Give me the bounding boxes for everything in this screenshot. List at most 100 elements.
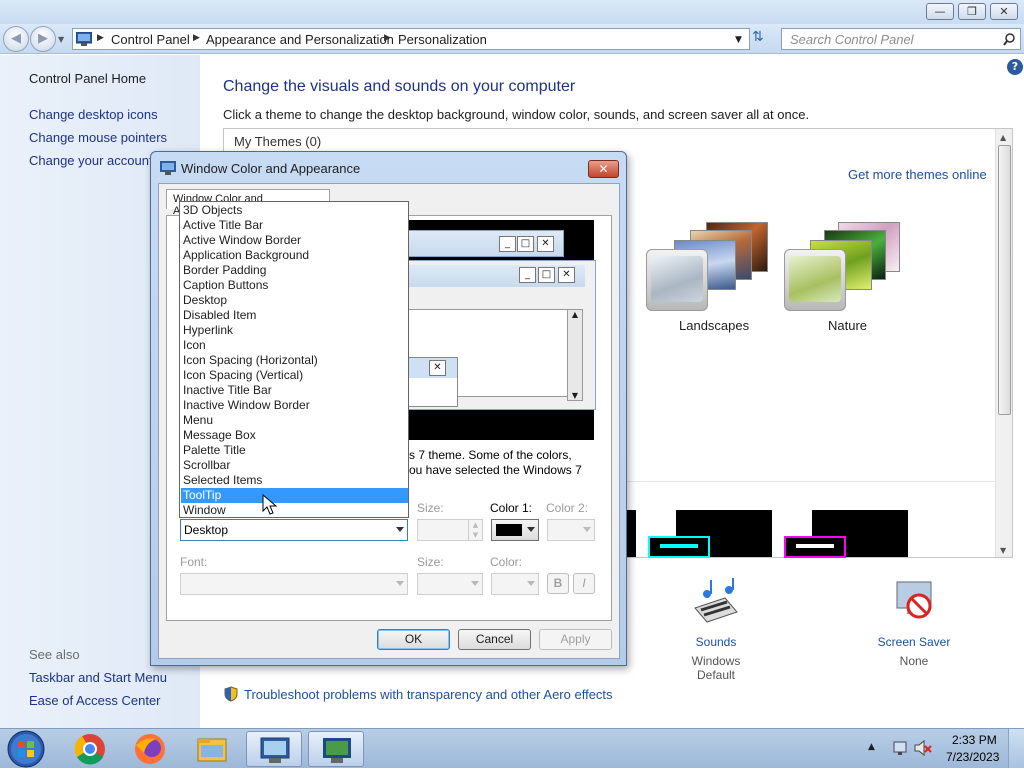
control-panel-icon — [260, 737, 290, 763]
sidebar-link-control-panel-home[interactable]: Control Panel Home — [29, 71, 146, 86]
sidebar-link-taskbar[interactable]: Taskbar and Start Menu — [29, 670, 167, 685]
breadcrumb-personalization[interactable]: Personalization — [398, 32, 487, 47]
size-spinner[interactable]: ▲ ▼ — [417, 519, 483, 541]
address-bar[interactable]: ▶ Control Panel ▶ Appearance and Persona… — [72, 28, 750, 50]
breadcrumb-control-panel[interactable]: Control Panel — [111, 32, 190, 47]
font-select[interactable] — [180, 573, 408, 595]
list-item[interactable]: Palette Title — [181, 443, 408, 458]
list-item[interactable]: Inactive Title Bar — [181, 383, 408, 398]
theme-landscapes-label[interactable]: Landscapes — [679, 318, 749, 333]
clock-time[interactable]: 2:33 PM — [952, 733, 997, 747]
restore-button[interactable]: ❐ — [958, 3, 986, 20]
italic-button[interactable]: I — [573, 573, 595, 594]
list-item[interactable]: ToolTip — [181, 488, 408, 503]
screen-saver-label[interactable]: Screen Saver — [870, 635, 958, 649]
high-contrast-theme-preview[interactable] — [784, 510, 908, 558]
item-select[interactable]: Desktop — [180, 519, 408, 541]
list-item[interactable]: 3D Objects — [181, 203, 408, 218]
scroll-up-icon[interactable]: ▲ — [1000, 133, 1006, 142]
ok-button[interactable]: OK — [377, 629, 450, 650]
high-contrast-theme-preview[interactable] — [648, 510, 772, 558]
color1-picker[interactable] — [491, 519, 539, 541]
search-input[interactable]: Search Control Panel — [781, 28, 1021, 50]
chevron-down-icon — [396, 527, 404, 532]
list-item[interactable]: Window — [181, 503, 408, 517]
list-item[interactable]: Border Padding — [181, 263, 408, 278]
bold-button[interactable]: B — [547, 573, 569, 594]
list-item[interactable]: Active Window Border — [181, 233, 408, 248]
list-item[interactable]: Active Title Bar — [181, 218, 408, 233]
volume-muted-icon[interactable] — [914, 740, 932, 756]
font-size-select[interactable] — [417, 573, 483, 595]
sounds-value: Windows Default — [691, 654, 741, 682]
color2-picker[interactable] — [547, 519, 595, 541]
preview-close-icon: ✕ — [558, 267, 575, 283]
forward-button[interactable]: ▶ — [30, 26, 56, 52]
search-placeholder: Search Control Panel — [790, 32, 914, 47]
list-item[interactable]: Caption Buttons — [181, 278, 408, 293]
search-icon[interactable] — [1003, 33, 1016, 46]
theme-preview-frame — [646, 249, 708, 311]
scroll-down-icon[interactable]: ▼ — [1000, 546, 1006, 555]
start-button[interactable] — [4, 729, 48, 769]
back-button[interactable]: ◀ — [3, 26, 29, 52]
scroll-thumb[interactable] — [998, 145, 1011, 415]
breadcrumb-appearance[interactable]: Appearance and Personalization — [206, 32, 394, 47]
chrome-icon — [74, 734, 105, 765]
preview-close-icon: ✕ — [537, 236, 554, 252]
get-more-themes-link[interactable]: Get more themes online — [848, 167, 987, 182]
close-button[interactable]: ✕ — [990, 3, 1018, 20]
sidebar-link-ease-of-access[interactable]: Ease of Access Center — [29, 693, 161, 708]
item-select-value: Desktop — [184, 523, 229, 537]
taskbar-explorer[interactable] — [184, 731, 240, 767]
dialog-close-button[interactable]: ✕ — [588, 160, 619, 178]
sounds-label[interactable]: Sounds — [672, 635, 760, 649]
navigation-bar: ◀ ▶ ▼ ▶ Control Panel ▶ Appearance and P… — [0, 24, 1024, 54]
preview-close-icon: ✕ — [429, 360, 446, 376]
list-item[interactable]: Hyperlink — [181, 323, 408, 338]
sidebar-link-desktop-icons[interactable]: Change desktop icons — [29, 107, 158, 122]
list-item[interactable]: Disabled Item — [181, 308, 408, 323]
theme-landscapes[interactable] — [644, 218, 772, 318]
taskbar-personalization[interactable] — [308, 731, 364, 767]
font-color-picker[interactable] — [491, 573, 539, 595]
theme-preview-frame — [784, 249, 846, 311]
font-color-label: Color: — [490, 555, 523, 569]
list-item[interactable]: Icon — [181, 338, 408, 353]
list-item[interactable]: Desktop — [181, 293, 408, 308]
troubleshoot-link[interactable]: Troubleshoot problems with transparency … — [244, 687, 613, 702]
refresh-icon[interactable]: ⇅ — [752, 29, 764, 45]
network-icon[interactable] — [892, 740, 908, 756]
show-desktop-button[interactable] — [1008, 729, 1024, 768]
show-hidden-icons-button[interactable]: ▲ — [868, 742, 875, 752]
theme-list-scrollbar[interactable]: ▲ ▼ — [995, 129, 1012, 557]
theme-nature[interactable] — [782, 218, 910, 318]
theme-nature-label[interactable]: Nature — [828, 318, 867, 333]
recent-pages-icon[interactable]: ▼ — [58, 35, 64, 44]
list-item[interactable]: Message Box — [181, 428, 408, 443]
taskbar-chrome[interactable] — [62, 731, 118, 767]
spinner-arrows-icon[interactable]: ▲ ▼ — [468, 520, 482, 540]
list-item[interactable]: Inactive Window Border — [181, 398, 408, 413]
taskbar-control-panel[interactable] — [246, 731, 302, 767]
clock-date[interactable]: 7/23/2023 — [946, 750, 999, 764]
sounds-icon — [694, 578, 738, 623]
list-item[interactable]: Icon Spacing (Horizontal) — [181, 353, 408, 368]
list-item[interactable]: Application Background — [181, 248, 408, 263]
list-item[interactable]: Menu — [181, 413, 408, 428]
sounds-item[interactable]: Sounds Windows Default — [672, 576, 760, 682]
minimize-button[interactable]: — — [926, 3, 954, 20]
screen-saver-item[interactable]: Screen Saver None — [870, 576, 958, 668]
control-panel-icon — [76, 32, 92, 46]
taskbar-firefox[interactable] — [122, 731, 178, 767]
color2-label: Color 2: — [546, 501, 589, 515]
help-icon[interactable]: ? — [1007, 59, 1023, 75]
personalization-icon — [323, 738, 351, 763]
list-item[interactable]: Icon Spacing (Vertical) — [181, 368, 408, 383]
cancel-button[interactable]: Cancel — [458, 629, 531, 650]
address-dropdown-icon[interactable]: ▼ — [735, 35, 742, 45]
apply-button[interactable]: Apply — [539, 629, 612, 650]
list-item[interactable]: Scrollbar — [181, 458, 408, 473]
list-item[interactable]: Selected Items — [181, 473, 408, 488]
sidebar-link-mouse-pointers[interactable]: Change mouse pointers — [29, 130, 167, 145]
